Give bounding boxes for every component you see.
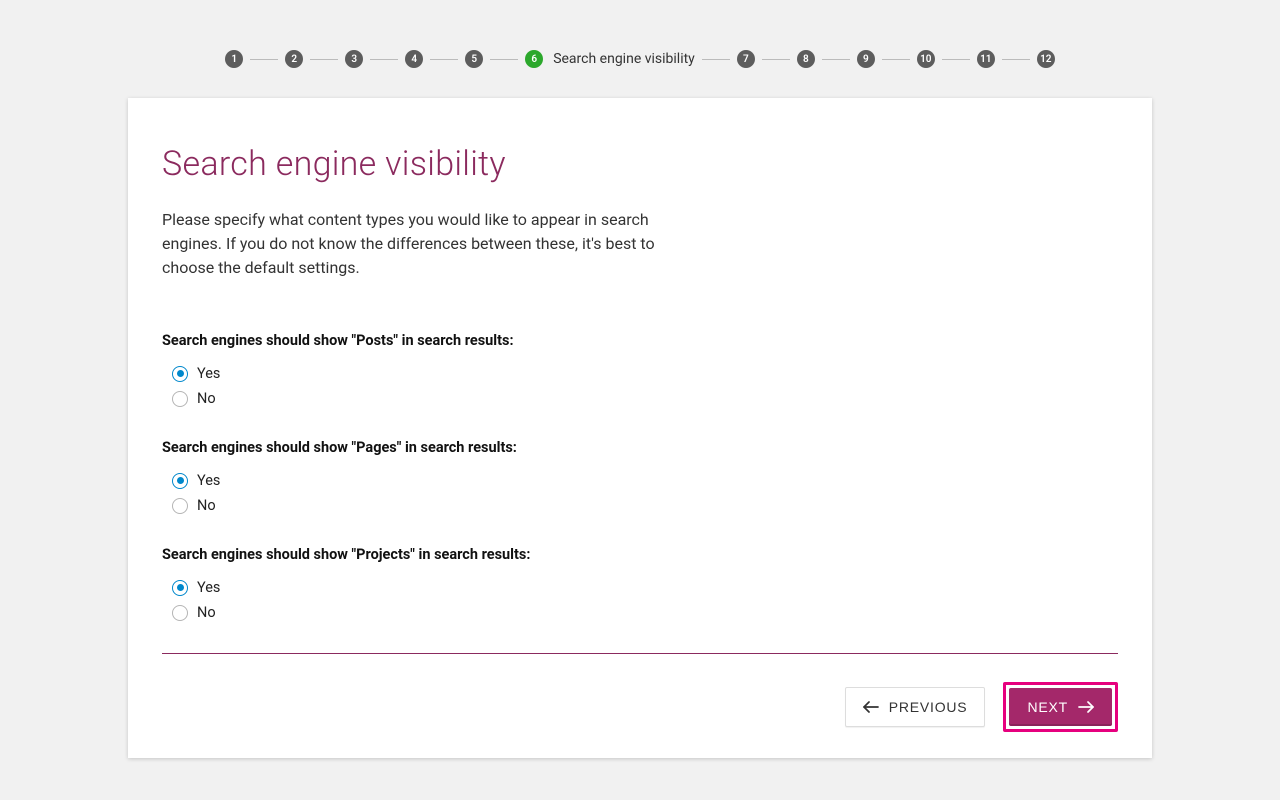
step-connector — [370, 59, 398, 60]
wizard-stepper: 123456Search engine visibility789101112 — [0, 0, 1280, 98]
step-2[interactable]: 2 — [285, 50, 303, 68]
radio-option[interactable]: No — [172, 390, 1118, 407]
wizard-card: Search engine visibility Please specify … — [128, 98, 1152, 758]
step-circle: 9 — [857, 50, 875, 68]
step-connector — [702, 59, 730, 60]
step-3[interactable]: 3 — [345, 50, 363, 68]
step-10[interactable]: 10 — [917, 50, 935, 68]
step-11[interactable]: 11 — [977, 50, 995, 68]
radio-icon — [172, 391, 188, 407]
radio-icon — [172, 473, 188, 489]
step-connector — [882, 59, 910, 60]
radio-label: No — [197, 604, 216, 621]
step-connector — [490, 59, 518, 60]
step-connector — [310, 59, 338, 60]
step-5[interactable]: 5 — [465, 50, 483, 68]
previous-button-label: PREVIOUS — [889, 699, 968, 715]
next-button[interactable]: NEXT — [1009, 688, 1112, 726]
radio-option[interactable]: No — [172, 497, 1118, 514]
radio-label: Yes — [197, 472, 220, 489]
radio-icon — [172, 580, 188, 596]
question-label: Search engines should show "Projects" in… — [162, 546, 1118, 563]
step-connector — [942, 59, 970, 60]
question-block: Search engines should show "Projects" in… — [162, 546, 1118, 621]
step-label: Search engine visibility — [553, 51, 695, 67]
step-circle: 10 — [917, 50, 935, 68]
radio-label: No — [197, 497, 216, 514]
step-circle: 6 — [525, 50, 543, 68]
step-connector — [1002, 59, 1030, 60]
question-block: Search engines should show "Posts" in se… — [162, 332, 1118, 407]
step-7[interactable]: 7 — [737, 50, 755, 68]
action-bar: PREVIOUS NEXT — [162, 682, 1118, 732]
radio-icon — [172, 605, 188, 621]
radio-label: No — [197, 390, 216, 407]
step-circle: 3 — [345, 50, 363, 68]
step-connector — [250, 59, 278, 60]
step-12[interactable]: 12 — [1037, 50, 1055, 68]
step-circle: 5 — [465, 50, 483, 68]
question-label: Search engines should show "Posts" in se… — [162, 332, 1118, 349]
arrow-right-icon — [1078, 701, 1094, 713]
radio-label: Yes — [197, 365, 220, 382]
arrow-left-icon — [863, 701, 879, 713]
divider — [162, 653, 1118, 654]
question-block: Search engines should show "Pages" in se… — [162, 439, 1118, 514]
step-circle: 2 — [285, 50, 303, 68]
radio-option[interactable]: Yes — [172, 472, 1118, 489]
radio-icon — [172, 366, 188, 382]
step-circle: 12 — [1037, 50, 1055, 68]
page-title: Search engine visibility — [162, 144, 1118, 184]
next-button-label: NEXT — [1027, 699, 1068, 715]
radio-option[interactable]: No — [172, 604, 1118, 621]
step-circle: 7 — [737, 50, 755, 68]
step-connector — [822, 59, 850, 60]
question-label: Search engines should show "Pages" in se… — [162, 439, 1118, 456]
page-description: Please specify what content types you wo… — [162, 208, 672, 280]
step-4[interactable]: 4 — [405, 50, 423, 68]
step-8[interactable]: 8 — [797, 50, 815, 68]
step-connector — [762, 59, 790, 60]
step-6[interactable]: 6 Search engine visibility — [525, 50, 695, 68]
step-circle: 8 — [797, 50, 815, 68]
step-connector — [430, 59, 458, 60]
radio-label: Yes — [197, 579, 220, 596]
step-9[interactable]: 9 — [857, 50, 875, 68]
step-circle: 1 — [225, 50, 243, 68]
step-circle: 4 — [405, 50, 423, 68]
radio-option[interactable]: Yes — [172, 579, 1118, 596]
step-1[interactable]: 1 — [225, 50, 243, 68]
step-circle: 11 — [977, 50, 995, 68]
radio-icon — [172, 498, 188, 514]
previous-button[interactable]: PREVIOUS — [845, 687, 986, 727]
radio-option[interactable]: Yes — [172, 365, 1118, 382]
next-button-highlight: NEXT — [1003, 682, 1118, 732]
